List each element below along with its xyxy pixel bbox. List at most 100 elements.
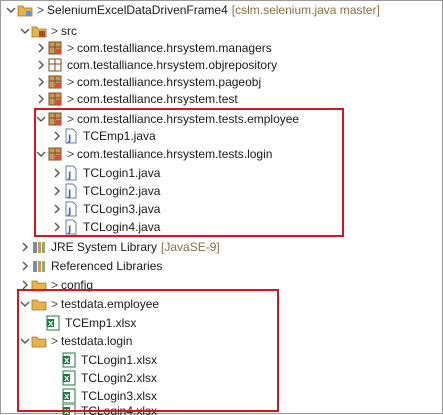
testdata-login-label: testdata.login xyxy=(61,334,132,348)
excel-file-icon: X xyxy=(45,315,61,331)
package-decorator: > xyxy=(67,147,74,161)
file-label: TCEmp1.xlsx xyxy=(65,316,136,330)
chevron-down-icon[interactable] xyxy=(35,146,47,162)
chevron-right-icon[interactable] xyxy=(35,74,47,90)
testdata-employee-decorator: > xyxy=(51,297,58,311)
tree-item-referenced-libraries[interactable]: Referenced Libraries xyxy=(1,257,441,275)
package-decorator: > xyxy=(67,41,74,55)
file-label: TCLogin1.java xyxy=(83,166,160,180)
tree-item-package-test[interactable]: > com.testalliance.hrsystem.test xyxy=(1,90,441,108)
file-label: TCLogin1.xlsx xyxy=(81,353,157,367)
file-label: TCLogin2.xlsx xyxy=(81,371,157,385)
chevron-right-icon[interactable] xyxy=(35,40,47,56)
folder-icon xyxy=(31,333,47,349)
chevron-down-icon[interactable] xyxy=(35,111,47,127)
tree-item-java-file[interactable]: J TCLogin2.java xyxy=(1,182,441,200)
svg-text:X: X xyxy=(64,357,70,365)
svg-text:J: J xyxy=(67,171,71,181)
chevron-right-icon[interactable] xyxy=(51,128,63,144)
chevron-down-icon[interactable] xyxy=(19,333,31,349)
chevron-right-icon[interactable] xyxy=(19,277,31,293)
excel-file-icon: X xyxy=(61,370,77,386)
svg-text:J: J xyxy=(67,225,71,235)
file-label: TCLogin2.java xyxy=(83,184,160,198)
package-label: com.testalliance.hrsystem.test xyxy=(77,92,238,106)
excel-file-icon: X xyxy=(61,404,77,415)
chevron-right-icon[interactable] xyxy=(51,219,63,235)
package-label: com.testalliance.hrsystem.tests.employee xyxy=(77,112,299,126)
file-label: TCLogin3.java xyxy=(83,202,160,216)
tree-item-excel-file[interactable]: X TCLogin1.xlsx xyxy=(1,351,441,369)
tree-item-java-file[interactable]: J TCLogin1.java xyxy=(1,164,441,182)
chevron-right-icon[interactable] xyxy=(35,91,47,107)
tree-item-excel-file[interactable]: X TCEmp1.xlsx xyxy=(1,314,441,332)
tree-item-java-file[interactable]: J TCLogin4.java xyxy=(1,218,441,236)
project-label: SeleniumExcelDataDrivenFrame4 xyxy=(47,3,228,17)
chevron-down-icon[interactable] xyxy=(19,23,31,39)
src-decorator: > xyxy=(51,24,58,38)
testdata-employee-label: testdata.employee xyxy=(61,297,159,311)
svg-text:X: X xyxy=(64,375,70,383)
tree-item-src[interactable]: > src xyxy=(1,22,441,40)
svg-text:J: J xyxy=(67,189,71,199)
project-explorer-tree: > SeleniumExcelDataDrivenFrame4 [cslm.se… xyxy=(0,0,443,414)
source-folder-icon xyxy=(31,23,47,39)
project-suffix: [cslm.selenium.java master] xyxy=(232,3,380,17)
file-label: TCLogin4.xlsx xyxy=(81,404,157,415)
tree-item-testdata-login[interactable]: > testdata.login xyxy=(1,332,441,350)
tree-item-excel-file[interactable]: X TCLogin2.xlsx xyxy=(1,369,441,387)
testdata-login-decorator: > xyxy=(51,334,58,348)
chevron-right-icon[interactable] xyxy=(51,201,63,217)
tree-item-package-objrepository[interactable]: com.testalliance.hrsystem.objrepository xyxy=(1,56,441,74)
excel-file-icon: X xyxy=(61,352,77,368)
tree-item-jre-library[interactable]: JRE System Library [JavaSE-9] xyxy=(1,238,441,256)
file-label: TCLogin4.java xyxy=(83,220,160,234)
chevron-right-icon[interactable] xyxy=(19,258,31,274)
package-decorator: > xyxy=(67,112,74,126)
jre-label: JRE System Library xyxy=(51,240,157,254)
svg-text:J: J xyxy=(67,134,71,144)
tree-item-package-tests-employee[interactable]: > com.testalliance.hrsystem.tests.employ… xyxy=(1,110,441,128)
tree-item-package-tests-login[interactable]: > com.testalliance.hrsystem.tests.login xyxy=(1,145,441,163)
tree-item-config[interactable]: > config xyxy=(1,276,441,294)
chevron-right-icon[interactable] xyxy=(51,165,63,181)
excel-file-icon: X xyxy=(61,388,77,404)
file-label: TCLogin3.xlsx xyxy=(81,389,157,403)
tree-item-java-file[interactable]: J TCEmp1.java xyxy=(1,127,441,145)
package-label: com.testalliance.hrsystem.pageobj xyxy=(77,75,261,89)
chevron-down-icon[interactable] xyxy=(19,296,31,312)
svg-text:J: J xyxy=(67,207,71,217)
package-label: com.testalliance.hrsystem.managers xyxy=(77,41,272,55)
chevron-right-icon[interactable] xyxy=(19,239,31,255)
src-label: src xyxy=(61,24,77,38)
tree-item-java-file[interactable]: J TCLogin3.java xyxy=(1,200,441,218)
java-file-icon: J xyxy=(63,219,79,235)
tree-item-project[interactable]: > SeleniumExcelDataDrivenFrame4 [cslm.se… xyxy=(1,1,441,19)
chevron-down-icon[interactable] xyxy=(5,2,17,18)
package-icon xyxy=(47,57,63,73)
package-label: com.testalliance.hrsystem.objrepository xyxy=(67,58,277,72)
tree-item-package-managers[interactable]: > com.testalliance.hrsystem.managers xyxy=(1,39,441,57)
java-file-icon: J xyxy=(63,128,79,144)
svg-text:X: X xyxy=(64,393,70,401)
tree-item-testdata-employee[interactable]: > testdata.employee xyxy=(1,295,441,313)
package-label: com.testalliance.hrsystem.tests.login xyxy=(77,147,272,161)
tree-item-excel-file[interactable]: X TCLogin4.xlsx xyxy=(1,404,441,415)
tree-item-excel-file[interactable]: X TCLogin3.xlsx xyxy=(1,387,441,405)
java-file-icon: J xyxy=(63,183,79,199)
folder-icon xyxy=(31,296,47,312)
chevron-right-icon[interactable] xyxy=(51,183,63,199)
config-label: config xyxy=(61,278,93,292)
package-decorator: > xyxy=(67,75,74,89)
package-decorator: > xyxy=(67,92,74,106)
library-icon xyxy=(31,239,47,255)
package-icon xyxy=(47,74,63,90)
jre-suffix: [JavaSE-9] xyxy=(161,240,220,254)
java-file-icon: J xyxy=(63,201,79,217)
tree-item-package-pageobj[interactable]: > com.testalliance.hrsystem.pageobj xyxy=(1,73,441,91)
referenced-libraries-label: Referenced Libraries xyxy=(51,259,162,273)
package-icon xyxy=(47,40,63,56)
library-icon xyxy=(31,258,47,274)
chevron-right-icon[interactable] xyxy=(35,57,47,73)
package-icon xyxy=(47,146,63,162)
